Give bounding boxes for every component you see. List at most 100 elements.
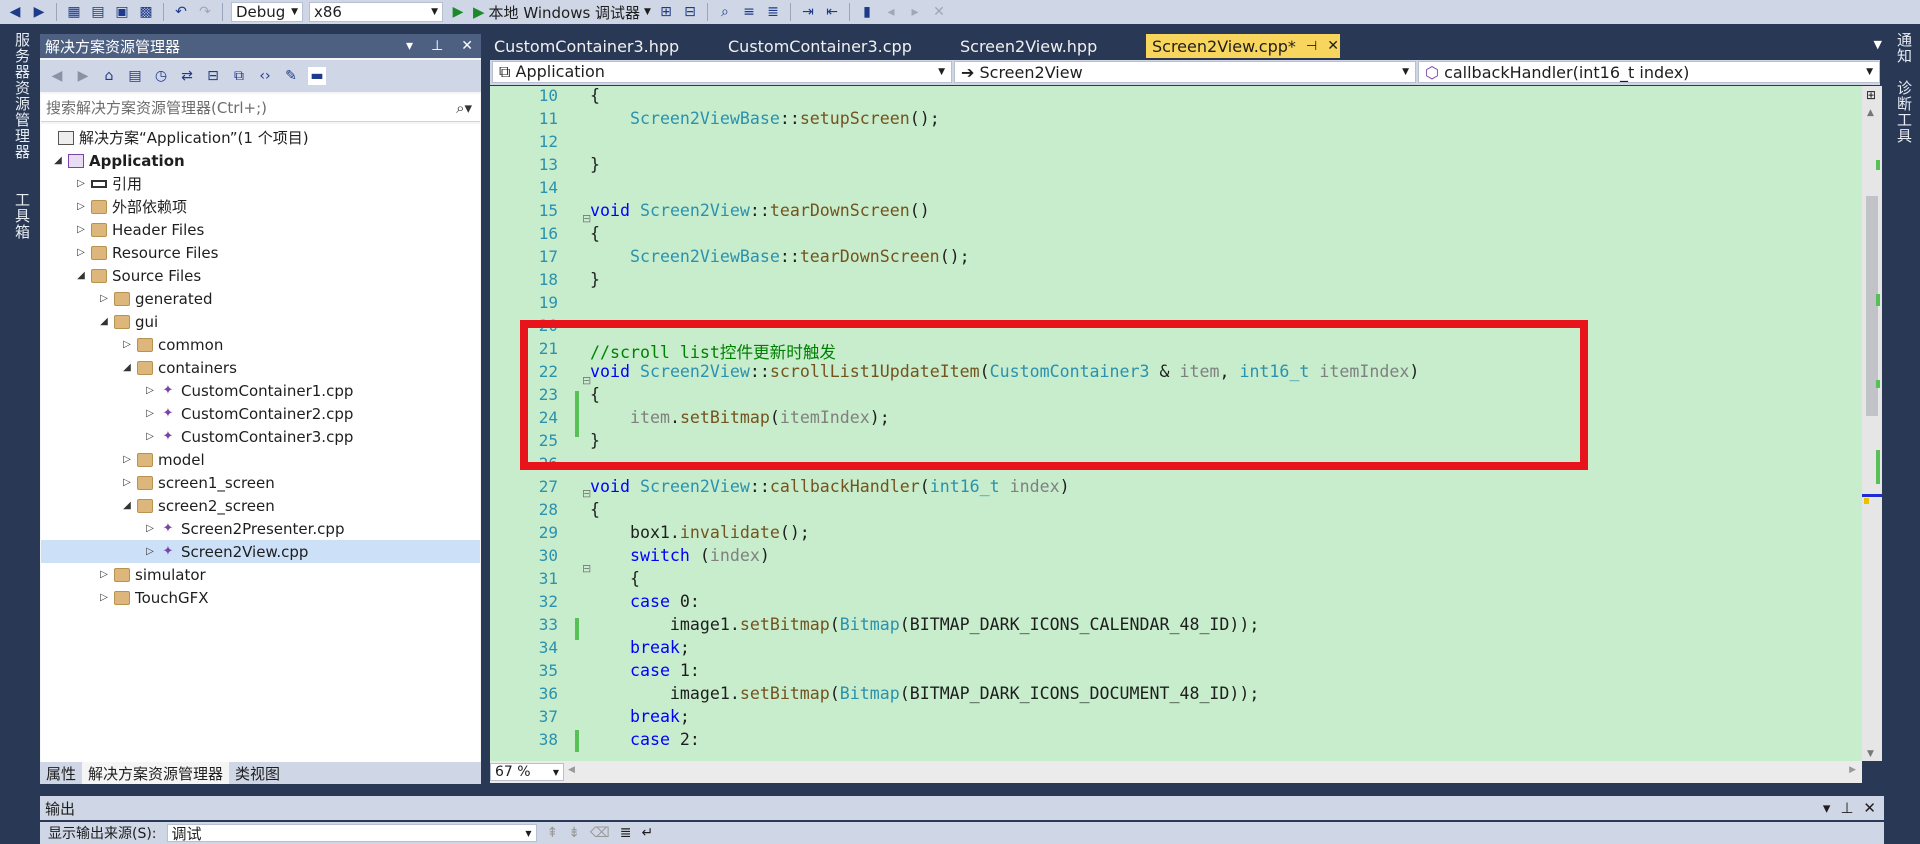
back-icon[interactable]: ◀: [6, 3, 24, 21]
expanded-arrow-icon[interactable]: ◢: [120, 362, 134, 373]
collapsed-arrow-icon[interactable]: ▷: [143, 408, 157, 419]
tree-node-header-files[interactable]: ▷ Header Files: [74, 218, 204, 241]
close-icon[interactable]: ✕: [461, 38, 473, 54]
search-icon[interactable]: ⌕▾: [456, 99, 472, 117]
close-icon[interactable]: ✕: [1863, 799, 1876, 817]
expanded-arrow-icon[interactable]: ◢: [97, 316, 111, 327]
forward-icon[interactable]: ▶: [74, 67, 92, 85]
collapse-all-icon[interactable]: ⊟: [204, 67, 222, 85]
collapsed-arrow-icon[interactable]: ▷: [74, 247, 88, 258]
collapsed-arrow-icon[interactable]: ▷: [74, 178, 88, 189]
search-input[interactable]: 搜索解决方案资源管理器(Ctrl+;): [46, 97, 267, 118]
platform-select[interactable]: x86 ▼: [309, 2, 443, 22]
new-project-icon[interactable]: ▦: [65, 3, 83, 21]
expanded-arrow-icon[interactable]: ◢: [120, 500, 134, 511]
tree-node-simulator[interactable]: ▷ simulator: [97, 563, 206, 586]
tree-node-screen2presenter[interactable]: ▷ ✦ Screen2Presenter.cpp: [143, 517, 344, 540]
class-dropdown[interactable]: ➔ Screen2View ▼: [954, 61, 1416, 83]
tree-node-screen2view[interactable]: ▷ ✦ Screen2View.cpp: [41, 540, 480, 563]
clear-bookmarks-icon[interactable]: ✕: [930, 3, 948, 21]
close-icon[interactable]: ✕: [1327, 38, 1339, 54]
uncomment-icon[interactable]: ≣: [764, 3, 782, 21]
clear-all-icon[interactable]: ⌫: [590, 825, 610, 841]
save-icon[interactable]: ▣: [113, 3, 131, 21]
expanded-arrow-icon[interactable]: ◢: [51, 155, 65, 166]
collapsed-arrow-icon[interactable]: ▷: [143, 546, 157, 557]
tab-class-view[interactable]: 类视图: [229, 762, 286, 784]
tree-node-project[interactable]: ◢ Application: [51, 149, 185, 172]
next-message-icon[interactable]: ⇟: [568, 825, 580, 841]
tree-node-solution[interactable]: 解决方案“Application”(1 个项目): [55, 126, 309, 149]
zoom-select[interactable]: 67 % ▼: [490, 763, 564, 781]
prev-bookmark-icon[interactable]: ◂: [882, 3, 900, 21]
scroll-right-icon[interactable]: ▶: [1849, 765, 1856, 775]
server-explorer-tab[interactable]: 服务器资源管理器: [12, 32, 33, 160]
tree-node-gui[interactable]: ◢ gui: [97, 310, 158, 333]
toggle-wrap-icon[interactable]: ↵: [642, 825, 654, 841]
tab-screen2view-cpp[interactable]: Screen2View.cpp* ⊣ ✕: [1146, 34, 1340, 58]
start-icon[interactable]: ▶: [449, 3, 467, 21]
scroll-up-icon[interactable]: ▲: [1867, 108, 1874, 118]
comment-icon[interactable]: ≡: [740, 3, 758, 21]
window-menu-icon[interactable]: ▾: [1823, 799, 1831, 817]
tree-node-external-deps[interactable]: ▷ 外部依赖项: [74, 195, 187, 218]
collapsed-arrow-icon[interactable]: ▷: [97, 293, 111, 304]
prev-message-icon[interactable]: ⇞: [547, 825, 559, 841]
output-source-select[interactable]: 调试 ▼: [166, 824, 537, 843]
collapsed-arrow-icon[interactable]: ▷: [97, 592, 111, 603]
config-select[interactable]: Debug ▼: [231, 2, 303, 22]
collapsed-arrow-icon[interactable]: ▷: [143, 523, 157, 534]
tab-customcontainer3-cpp[interactable]: CustomContainer3.cpp: [722, 34, 918, 58]
scroll-left-icon[interactable]: ◀: [568, 765, 575, 775]
vertical-scrollbar[interactable]: ⊞ ▲ ▼: [1862, 86, 1882, 761]
home-icon[interactable]: ⌂: [100, 67, 118, 85]
diagnostics-tab[interactable]: 诊断工具: [1894, 80, 1915, 144]
save-all-icon[interactable]: ▩: [137, 3, 155, 21]
collapsed-arrow-icon[interactable]: ▷: [120, 477, 134, 488]
indent-icon[interactable]: ⇥: [799, 3, 817, 21]
word-wrap-icon[interactable]: ≣: [620, 825, 632, 841]
tree-node-screen1[interactable]: ▷ screen1_screen: [120, 471, 275, 494]
member-dropdown[interactable]: ⬡ callbackHandler(int16_t index) ▼: [1418, 61, 1880, 83]
redo-icon[interactable]: ↷: [196, 3, 214, 21]
undo-icon[interactable]: ↶: [172, 3, 190, 21]
next-bookmark-icon[interactable]: ▸: [906, 3, 924, 21]
tab-properties[interactable]: 属性: [40, 762, 82, 784]
scroll-down-icon[interactable]: ▼: [1867, 749, 1874, 759]
preview-icon[interactable]: ▬: [308, 67, 326, 85]
find-icon[interactable]: ⌕: [716, 3, 734, 21]
tab-solution-explorer[interactable]: 解决方案资源管理器: [82, 762, 230, 784]
tree-node-source-files[interactable]: ◢ Source Files: [74, 264, 201, 287]
pin-icon[interactable]: ⊥: [1840, 799, 1853, 817]
pin-icon[interactable]: ⊥: [431, 38, 443, 54]
diagnostics-icon[interactable]: ⊞: [657, 3, 675, 21]
expanded-arrow-icon[interactable]: ◢: [74, 270, 88, 281]
collapsed-arrow-icon[interactable]: ▷: [74, 224, 88, 235]
collapsed-arrow-icon[interactable]: ▷: [97, 569, 111, 580]
view-code-icon[interactable]: ‹›: [256, 67, 274, 85]
collapsed-arrow-icon[interactable]: ▷: [74, 201, 88, 212]
notifications-tab[interactable]: 通知: [1894, 32, 1915, 64]
tab-overflow-icon[interactable]: ▼: [1874, 38, 1882, 51]
tree-node-screen2[interactable]: ◢ screen2_screen: [120, 494, 275, 517]
tree-node-references[interactable]: ▷ 引用: [74, 172, 142, 195]
toolbox-tab[interactable]: 工具箱: [12, 192, 33, 240]
performance-icon[interactable]: ⊟: [681, 3, 699, 21]
tab-screen2view-hpp[interactable]: Screen2View.hpp: [954, 34, 1103, 58]
pending-changes-icon[interactable]: ◷: [152, 67, 170, 85]
switch-views-icon[interactable]: ▤: [126, 67, 144, 85]
pin-icon[interactable]: ⊣: [1306, 39, 1317, 54]
tree-node-customcontainer2[interactable]: ▷ ✦ CustomContainer2.cpp: [143, 402, 353, 425]
sync-icon[interactable]: ⇄: [178, 67, 196, 85]
tree-node-customcontainer1[interactable]: ▷ ✦ CustomContainer1.cpp: [143, 379, 353, 402]
back-icon[interactable]: ◀: [48, 67, 66, 85]
bookmark-icon[interactable]: ▮: [858, 3, 876, 21]
tree-node-generated[interactable]: ▷ generated: [97, 287, 212, 310]
collapsed-arrow-icon[interactable]: ▷: [120, 454, 134, 465]
project-dropdown[interactable]: ⧉ Application ▼: [492, 61, 952, 83]
collapsed-arrow-icon[interactable]: ▷: [120, 339, 134, 350]
tree-node-customcontainer3[interactable]: ▷ ✦ CustomContainer3.cpp: [143, 425, 353, 448]
properties-icon[interactable]: ✎: [282, 67, 300, 85]
tree-node-model[interactable]: ▷ model: [120, 448, 205, 471]
collapsed-arrow-icon[interactable]: ▷: [143, 431, 157, 442]
